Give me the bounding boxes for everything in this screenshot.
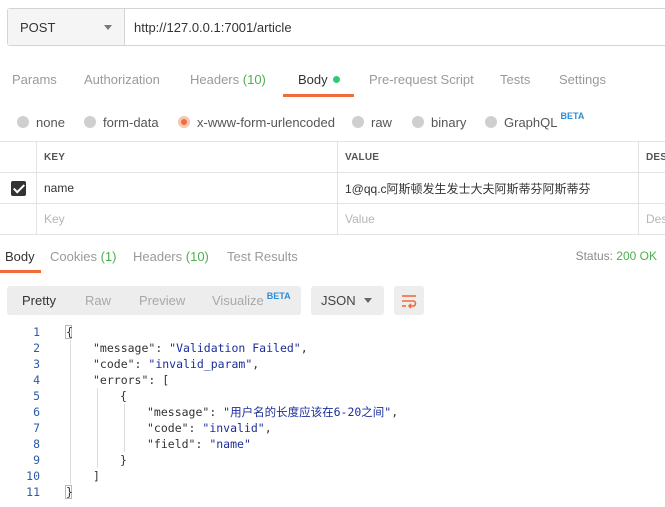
code-line: { — [66, 325, 73, 339]
line-number: 5 — [33, 389, 40, 403]
key-input[interactable]: Key — [37, 204, 338, 234]
tab-params[interactable]: Params — [12, 62, 57, 98]
row-checkbox[interactable] — [10, 180, 26, 196]
radio-icon — [485, 116, 497, 128]
radio-icon — [352, 116, 364, 128]
method-label: POST — [20, 19, 56, 35]
chevron-down-icon — [104, 25, 112, 30]
line-number: 7 — [33, 421, 40, 435]
column-key: KEY — [37, 142, 338, 172]
resp-tab-body[interactable]: Body — [5, 245, 35, 269]
radio-checked-icon — [178, 116, 190, 128]
beta-badge: BETA — [266, 291, 291, 301]
resp-tab-cookies[interactable]: Cookies (1) — [50, 245, 116, 269]
active-tab-underline — [283, 94, 354, 97]
code-line: ] — [93, 469, 100, 483]
line-number: 2 — [33, 341, 40, 355]
url-input[interactable]: http://127.0.0.1:7001/article — [125, 9, 665, 45]
code-line: "message": "Validation Failed", — [93, 341, 308, 355]
radio-binary[interactable]: binary — [412, 110, 466, 134]
code-line: { — [120, 389, 127, 403]
code-line: "code": "invalid_param", — [93, 357, 260, 371]
tab-body[interactable]: Body — [298, 62, 340, 98]
view-preview[interactable]: Preview — [139, 286, 185, 315]
code-line: "errors": [ — [93, 373, 170, 387]
tab-pre-request-script[interactable]: Pre-request Script — [369, 62, 474, 98]
headers-count: (10) — [242, 72, 266, 87]
body-indicator-dot — [332, 76, 340, 83]
line-number: 9 — [33, 453, 40, 467]
column-description: DESC — [646, 151, 665, 163]
radio-icon — [412, 116, 424, 128]
radio-icon — [17, 116, 29, 128]
line-number: 10 — [26, 469, 40, 483]
view-raw[interactable]: Raw — [85, 286, 111, 315]
code-line: "code": "invalid", — [147, 421, 272, 435]
table-header-row: KEY VALUE DESC — [0, 142, 665, 173]
status-badge: Status: 200 OK — [575, 249, 657, 263]
response-body-code[interactable]: 1 2 3 4 5 6 7 8 9 10 11 { "message": "Va… — [0, 324, 665, 507]
indent-guide — [124, 404, 125, 452]
line-number: 8 — [33, 437, 40, 451]
view-visualize[interactable]: Visualize BETA — [212, 286, 291, 315]
line-number: 1 — [33, 325, 40, 339]
radio-icon — [84, 116, 96, 128]
value-input[interactable]: Value — [338, 204, 639, 234]
table-row-empty: Key Value Des — [0, 204, 665, 235]
radio-graphql[interactable]: GraphQL BETA — [485, 110, 584, 134]
chevron-down-icon — [364, 298, 372, 303]
wrap-lines-icon — [402, 294, 417, 309]
tab-authorization[interactable]: Authorization — [84, 62, 160, 98]
radio-none[interactable]: none — [17, 110, 65, 134]
line-number: 6 — [33, 405, 40, 419]
table-row: name 1@qq.c阿斯顿发生发士大夫阿斯蒂芬阿斯蒂芬 — [0, 173, 665, 204]
view-pretty[interactable]: Pretty — [22, 286, 56, 315]
method-select[interactable]: POST — [8, 9, 125, 45]
code-line: } — [66, 485, 73, 499]
resp-tab-test-results[interactable]: Test Results — [227, 245, 298, 269]
beta-badge: BETA — [560, 111, 585, 121]
value-cell[interactable]: 1@qq.c阿斯顿发生发士大夫阿斯蒂芬阿斯蒂芬 — [338, 173, 639, 203]
line-number: 3 — [33, 357, 40, 371]
description-input[interactable]: Des — [639, 204, 665, 234]
response-tab-underline — [0, 270, 41, 273]
body-type-radios: none form-data x-www-form-urlencoded raw… — [0, 110, 665, 134]
format-select[interactable]: JSON — [311, 286, 384, 315]
code-line: "message": "用户名的长度应该在6-20之间", — [147, 405, 399, 419]
radio-raw[interactable]: raw — [352, 110, 392, 134]
tab-tests[interactable]: Tests — [500, 62, 530, 98]
view-mode-segment: Pretty Raw Preview Visualize BETA — [7, 286, 301, 315]
indent-guide — [97, 388, 98, 468]
key-cell[interactable]: name — [37, 173, 338, 203]
line-number: 11 — [26, 485, 40, 499]
wrap-lines-button[interactable] — [394, 286, 424, 315]
resp-tab-headers[interactable]: Headers (10) — [133, 245, 209, 269]
radio-form-data[interactable]: form-data — [84, 110, 159, 134]
description-cell[interactable] — [639, 173, 665, 203]
response-tabs: Body Cookies (1) Headers (10) Test Resul… — [0, 245, 665, 271]
tab-settings[interactable]: Settings — [559, 62, 606, 98]
indent-guide — [70, 340, 71, 484]
request-tabs: Params Authorization Headers (10) Body P… — [0, 62, 665, 98]
line-number: 4 — [33, 373, 40, 387]
code-line: } — [120, 453, 127, 467]
column-value: VALUE — [338, 142, 639, 172]
params-table: KEY VALUE DESC name 1@qq.c阿斯顿发生发士大夫阿斯蒂芬阿… — [0, 141, 665, 235]
radio-urlencoded[interactable]: x-www-form-urlencoded — [178, 110, 335, 134]
tab-headers[interactable]: Headers (10) — [190, 62, 266, 98]
code-line: "field": "name" — [147, 437, 251, 451]
request-bar: POST http://127.0.0.1:7001/article — [7, 8, 665, 46]
url-text: http://127.0.0.1:7001/article — [134, 19, 292, 35]
